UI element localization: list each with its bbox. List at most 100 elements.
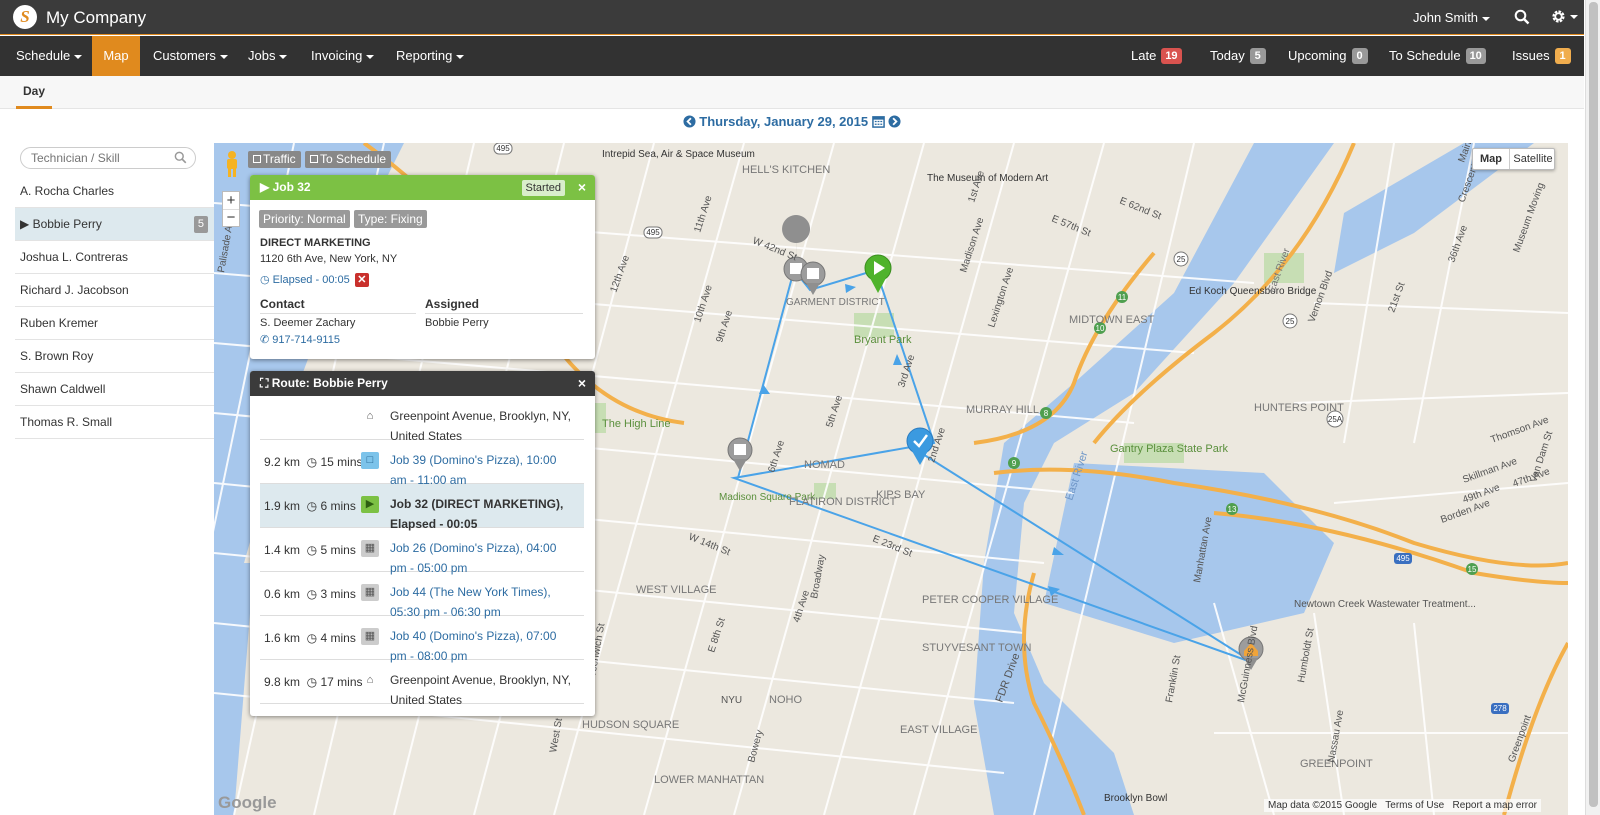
play-icon: ▶: [260, 180, 270, 194]
svg-text:25: 25: [1177, 255, 1186, 264]
map-label: NOHO: [769, 694, 802, 706]
stat-today[interactable]: Today 5: [1210, 36, 1266, 76]
svg-text:11: 11: [1118, 293, 1127, 302]
shield-11: 11: [1116, 291, 1128, 303]
stat-issues[interactable]: Issues 1: [1512, 36, 1571, 76]
home-icon: ⌂: [366, 410, 374, 422]
map-type-control: Map Satellite: [1472, 148, 1555, 170]
job-count-badge: 5: [193, 216, 208, 233]
zoom-controls: + −: [222, 191, 240, 227]
shield-9: 9: [1008, 457, 1020, 469]
route-stop[interactable]: 9.2 km ◷ 15 mins □ Job 39 (Domino's Pizza)…: [260, 440, 584, 487]
report-error-link[interactable]: Report a map error: [1453, 800, 1537, 811]
technician-name: Richard J. Jacobson: [20, 283, 129, 297]
shield-278: 278: [1491, 703, 1509, 714]
stat-to-schedule[interactable]: To Schedule 10: [1389, 36, 1486, 76]
technician-item[interactable]: Thomas R. Small: [15, 406, 214, 439]
map-type-map-button[interactable]: Map: [1473, 149, 1510, 169]
route-distance: 9.8 km ◷ 17 mins: [264, 675, 363, 689]
issues-badge: 1: [1554, 48, 1571, 64]
technician-item[interactable]: A. Rocha Charles: [15, 175, 214, 208]
route-stop[interactable]: ⌂ Greenpoint Avenue, Brooklyn, NY, United…: [260, 396, 584, 443]
route-stop[interactable]: 1.6 km ◷ 4 mins ▦ Job 40 (Domino's Pizza),…: [260, 616, 584, 663]
clock-icon: ◷: [260, 274, 270, 286]
type-tag: Type: Fixing: [354, 210, 427, 228]
technician-item[interactable]: Shawn Caldwell: [15, 373, 214, 406]
terms-link[interactable]: Terms of Use: [1385, 800, 1444, 811]
page-scrollbar[interactable]: [1585, 0, 1600, 815]
close-icon[interactable]: ×: [578, 371, 586, 396]
map-type-satellite-button[interactable]: Satellite: [1511, 149, 1555, 169]
close-icon[interactable]: ×: [578, 175, 586, 200]
clock-icon: ◷: [300, 631, 321, 645]
to-schedule-toggle[interactable]: To Schedule: [305, 151, 392, 168]
technician-item[interactable]: ▶ Bobbie Perry 5: [15, 208, 214, 241]
map-label: NYU: [721, 695, 742, 706]
nav-reporting[interactable]: Reporting: [385, 36, 475, 76]
route-stop[interactable]: 1.4 km ◷ 5 mins ▦ Job 26 (Domino's Pizza),…: [260, 528, 584, 575]
contact-phone[interactable]: ✆ 917-714-9115: [260, 333, 340, 346]
map-view[interactable]: 495 495 25 25 25A 278 495 8 9 13 15 11 1…: [214, 143, 1568, 815]
nav-invoicing[interactable]: Invoicing: [300, 36, 385, 76]
technician-search[interactable]: [20, 147, 196, 169]
map-label: Ed Koch Queensboro Bridge: [1189, 286, 1317, 297]
traffic-toggle[interactable]: Traffic: [248, 151, 301, 168]
route-distance: 1.6 km ◷ 4 mins: [264, 631, 356, 645]
brand-name[interactable]: My Company: [46, 8, 146, 28]
calendar-icon: ▦: [361, 628, 379, 645]
nav-schedule[interactable]: Schedule: [5, 36, 93, 76]
technician-item[interactable]: Ruben Kremer: [15, 307, 214, 340]
shield-495c: 495: [1394, 553, 1412, 564]
job-title[interactable]: Job 32: [273, 180, 311, 194]
zoom-in-button[interactable]: +: [223, 192, 239, 210]
calendar-icon[interactable]: [871, 115, 885, 128]
svg-text:25A: 25A: [1328, 415, 1343, 424]
route-stop[interactable]: 0.6 km ◷ 3 mins ▦ Job 44 (The New York Tim…: [260, 572, 584, 619]
route-distance: 1.9 km ◷ 6 mins: [264, 499, 356, 513]
user-menu[interactable]: John Smith: [1413, 10, 1491, 25]
nav-customers[interactable]: Customers: [142, 36, 239, 76]
map-label: PETER COOPER VILLAGE: [922, 594, 1058, 606]
nav-map[interactable]: Map: [92, 36, 140, 76]
stat-late[interactable]: Late 19: [1131, 36, 1182, 76]
technician-item[interactable]: Joshua L. Contreras: [15, 241, 214, 274]
next-day-icon[interactable]: [888, 115, 901, 128]
stat-upcoming[interactable]: Upcoming 0: [1288, 36, 1368, 76]
late-badge: 19: [1161, 48, 1182, 64]
main-nav: Schedule Map Customers Jobs Invoicing Re…: [0, 36, 1584, 76]
svg-text:495: 495: [646, 228, 660, 237]
sub-tabs: Day: [0, 76, 1584, 109]
route-distance: 9.2 km ◷ 15 mins: [264, 455, 363, 469]
pegman-icon: [227, 151, 237, 177]
map-label: HELL'S KITCHEN: [742, 164, 830, 176]
technician-item[interactable]: S. Brown Roy: [15, 340, 214, 373]
technician-item[interactable]: Richard J. Jacobson: [15, 274, 214, 307]
google-logo: Google: [218, 793, 277, 812]
settings-menu[interactable]: [1551, 8, 1578, 24]
route-stop[interactable]: 9.8 km ◷ 17 mins ⌂ Greenpoint Avenue, Broo…: [260, 660, 584, 707]
map-label: MURRAY HILL: [966, 404, 1039, 416]
pegman-street-view[interactable]: [222, 149, 242, 179]
clock-icon: ◷: [300, 675, 321, 689]
stop-timer-icon[interactable]: ✕: [354, 273, 369, 287]
to-schedule-badge: 10: [1465, 48, 1486, 64]
search-icon[interactable]: [1514, 9, 1530, 25]
technician-search-input[interactable]: [31, 148, 171, 168]
contact-name: S. Deemer Zachary: [260, 317, 356, 329]
route-stop[interactable]: 1.9 km ◷ 6 mins ▶ Job 32 (DIRECT MARKETING…: [260, 484, 584, 531]
map-label: Gantry Plaza State Park: [1110, 443, 1228, 455]
clock-icon: ◷: [300, 455, 321, 469]
nav-jobs[interactable]: Jobs: [237, 36, 298, 76]
contact-heading: Contact: [260, 297, 416, 314]
technician-name: Ruben Kremer: [20, 316, 99, 330]
technician-name: Bobbie Perry: [32, 217, 102, 231]
tab-day[interactable]: Day: [16, 76, 53, 109]
road-icon: ⛶: [260, 376, 269, 390]
company-logo-icon[interactable]: S: [13, 5, 37, 29]
prev-day-icon[interactable]: [683, 115, 696, 128]
map-label: GARMENT DISTRICT: [786, 297, 885, 308]
map-label: HUNTERS POINT: [1254, 402, 1344, 414]
zoom-out-button[interactable]: −: [223, 210, 239, 227]
svg-text:8: 8: [1044, 409, 1049, 418]
route-distance: 1.4 km ◷ 5 mins: [264, 543, 356, 557]
